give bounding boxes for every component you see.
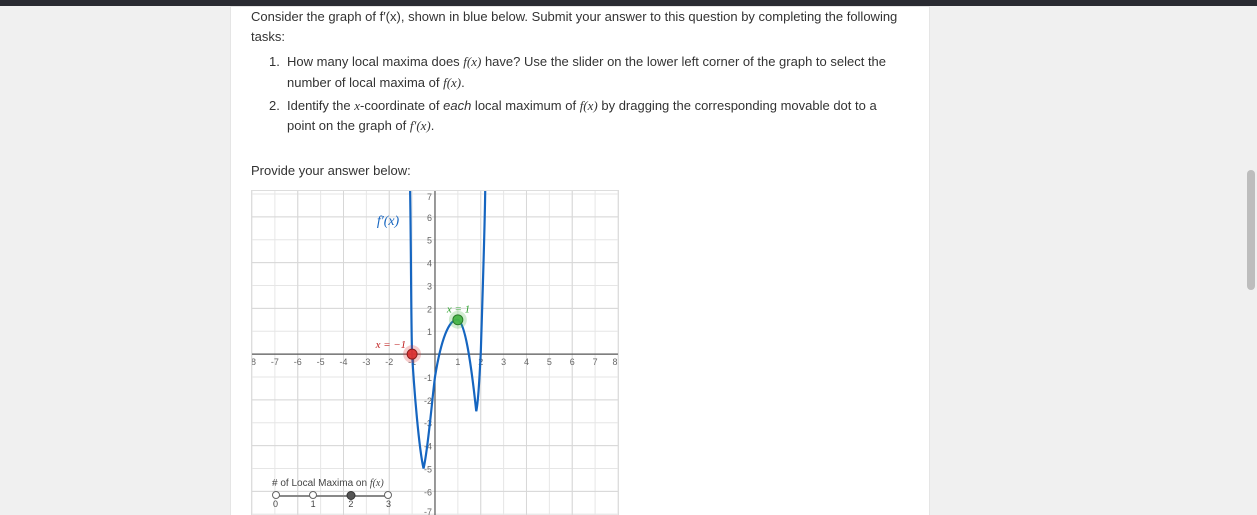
- instruction-number: 2.: [269, 96, 283, 138]
- math-f-of-x: f(x): [463, 54, 481, 69]
- math-f-of-x: f(x): [443, 75, 461, 90]
- text-fragment: # of Local Maxima on: [272, 478, 370, 489]
- instruction-2: 2. Identify the x-coordinate of each loc…: [269, 96, 891, 138]
- slider-track[interactable]: [276, 495, 388, 497]
- instruction-text: Identify the x-coordinate of each local …: [287, 96, 891, 138]
- slider-label: 3: [386, 499, 391, 509]
- svg-text:-1: -1: [424, 373, 432, 383]
- question-intro: Consider the graph of f′(x), shown in bl…: [251, 7, 909, 46]
- instruction-text: How many local maxima does f(x) have? Us…: [287, 52, 891, 94]
- slider-label: 0: [273, 499, 278, 509]
- text-fragment: .: [431, 118, 435, 133]
- svg-text:6: 6: [427, 213, 432, 223]
- svg-text:-7: -7: [424, 507, 432, 515]
- svg-text:-5: -5: [317, 357, 325, 367]
- svg-text:5: 5: [547, 357, 552, 367]
- svg-text:-4: -4: [340, 357, 348, 367]
- svg-text:5: 5: [427, 236, 432, 246]
- red-movable-dot[interactable]: [403, 345, 421, 363]
- graph-svg: -8-7-6-5-4-3-2-1 12345678 1234567 -1-2-3…: [252, 191, 618, 515]
- slider-tick-3[interactable]: [384, 491, 392, 499]
- interactive-graph[interactable]: -8-7-6-5-4-3-2-1 12345678 1234567 -1-2-3…: [251, 190, 619, 515]
- svg-text:1: 1: [455, 357, 460, 367]
- text-fragment: local maximum of: [471, 98, 579, 113]
- red-dot-label: x = −1: [375, 339, 407, 351]
- slider-tick-1[interactable]: [309, 491, 317, 499]
- math-f-of-x: f(x): [370, 478, 384, 489]
- svg-text:-8: -8: [252, 357, 256, 367]
- maxima-count-slider[interactable]: # of Local Maxima on f(x) 0 1 2 3: [272, 478, 392, 509]
- text-fragment: .: [461, 75, 465, 90]
- svg-text:-6: -6: [424, 488, 432, 498]
- svg-text:7: 7: [427, 192, 432, 202]
- svg-text:4: 4: [524, 357, 529, 367]
- question-card: Consider the graph of f′(x), shown in bl…: [230, 6, 930, 515]
- svg-text:-5: -5: [424, 465, 432, 475]
- instruction-number: 1.: [269, 52, 283, 94]
- svg-text:4: 4: [427, 259, 432, 269]
- svg-text:6: 6: [570, 357, 575, 367]
- slider-tick-2[interactable]: [346, 491, 355, 500]
- text-fragment: How many local maxima does: [287, 54, 463, 69]
- instruction-list: 1. How many local maxima does f(x) have?…: [251, 46, 909, 145]
- svg-text:1: 1: [427, 327, 432, 337]
- scrollbar-thumb[interactable]: [1247, 170, 1255, 290]
- svg-text:-6: -6: [294, 357, 302, 367]
- svg-text:-7: -7: [271, 357, 279, 367]
- svg-text:7: 7: [593, 357, 598, 367]
- slider-label: 2: [348, 499, 353, 509]
- svg-text:-3: -3: [362, 357, 370, 367]
- fprime-label: f′(x): [377, 214, 400, 229]
- text-emphasis: each: [443, 98, 471, 113]
- green-movable-dot[interactable]: [449, 311, 467, 329]
- text-fragment: Identify the: [287, 98, 354, 113]
- svg-text:2: 2: [427, 305, 432, 315]
- slider-labels: 0 1 2 3: [273, 499, 391, 509]
- slider-label: 1: [311, 499, 316, 509]
- text-fragment: -coordinate of: [360, 98, 443, 113]
- slider-title: # of Local Maxima on f(x): [272, 478, 392, 489]
- svg-text:8: 8: [612, 357, 617, 367]
- instruction-1: 1. How many local maxima does f(x) have?…: [269, 52, 891, 94]
- slider-tick-0[interactable]: [272, 491, 280, 499]
- math-f-of-x: f(x): [580, 98, 598, 113]
- svg-text:3: 3: [427, 282, 432, 292]
- page-content: Consider the graph of f′(x), shown in bl…: [0, 6, 1257, 515]
- answer-prompt: Provide your answer below:: [251, 163, 909, 178]
- svg-text:3: 3: [501, 357, 506, 367]
- fprime-curve: [410, 191, 485, 468]
- svg-text:-2: -2: [385, 357, 393, 367]
- y-axis-labels: 1234567 -1-2-3-4-5-6-7: [424, 192, 432, 515]
- math-f-prime-of-x: f′(x): [410, 118, 431, 133]
- svg-text:-2: -2: [424, 396, 432, 406]
